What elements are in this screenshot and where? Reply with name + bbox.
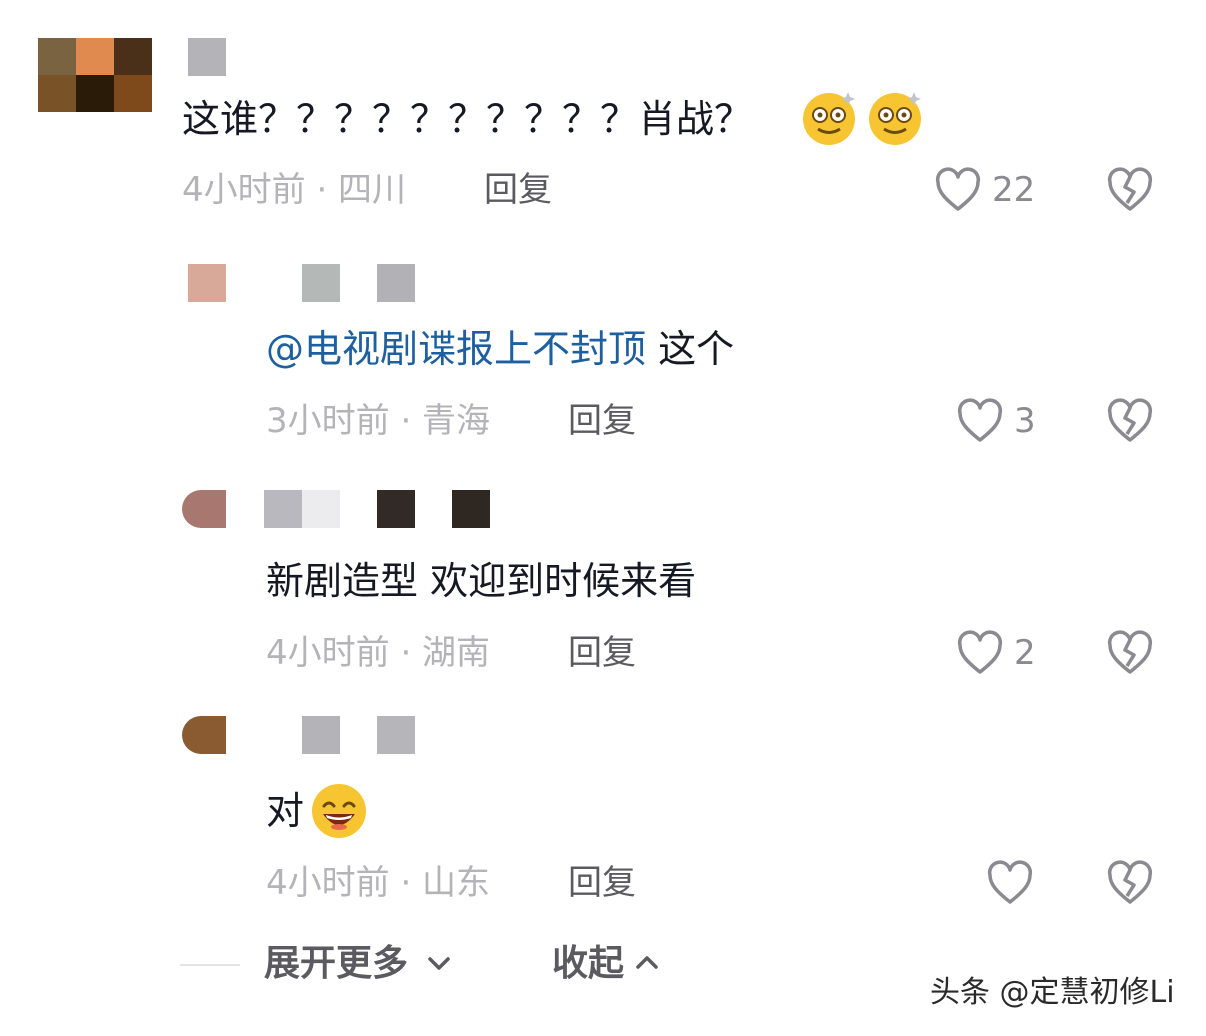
username-mosaic[interactable] <box>377 264 415 302</box>
chevron-down-icon <box>426 952 452 976</box>
reply-text: 对 <box>266 789 305 833</box>
broken-heart-icon[interactable] <box>1106 167 1154 213</box>
username-mosaic[interactable] <box>302 264 340 302</box>
reply-button[interactable]: 回复 <box>568 866 636 900</box>
comment-text: 这谁？？？？？？？？？？肖战？ <box>182 97 753 141</box>
dizzy-face-emoji <box>869 92 921 145</box>
heart-outline-icon[interactable] <box>986 860 1034 906</box>
comment-time-location: 3小时前 · 青海 <box>266 401 491 441</box>
dizzy-face-emoji <box>803 92 855 145</box>
avatar[interactable] <box>188 264 226 302</box>
heart-outline-icon[interactable] <box>956 398 1004 444</box>
reply-text: @电视剧谍报上不封顶 这个 <box>266 327 735 371</box>
reply-button[interactable]: 回复 <box>568 636 636 670</box>
heart-outline-icon[interactable] <box>956 630 1004 676</box>
reply-text: 新剧造型 欢迎到时候来看 <box>266 559 697 603</box>
grinning-face-emoji <box>312 784 366 838</box>
avatar[interactable] <box>38 38 152 112</box>
collapse-button[interactable]: 收起 <box>552 946 658 982</box>
reply-button[interactable]: 回复 <box>484 173 552 207</box>
username-mosaic[interactable] <box>377 716 415 754</box>
username-mosaic[interactable] <box>302 490 340 528</box>
divider-line <box>180 964 240 966</box>
watermark: 头条 @定慧初修Li <box>930 975 1175 1010</box>
comment-time-location: 4小时前 · 湖南 <box>266 633 491 673</box>
chevron-up-icon <box>634 950 660 974</box>
broken-heart-icon[interactable] <box>1106 860 1154 906</box>
avatar[interactable] <box>182 490 226 528</box>
reply-button[interactable]: 回复 <box>568 404 636 438</box>
comment-time-location: 4小时前 · 山东 <box>266 863 491 903</box>
like-count: 3 <box>1014 401 1036 441</box>
heart-outline-icon[interactable] <box>934 167 982 213</box>
like-count: 22 <box>992 170 1036 210</box>
username-mosaic[interactable] <box>452 490 490 528</box>
comment-time-location: 4小时前 · 四川 <box>182 170 407 210</box>
username-mosaic[interactable] <box>302 716 340 754</box>
user-mention-link[interactable]: @电视剧谍报上不封顶 <box>266 327 646 371</box>
like-count: 2 <box>1014 633 1036 673</box>
username-mosaic[interactable] <box>264 490 302 528</box>
username-mosaic[interactable] <box>377 490 415 528</box>
avatar[interactable] <box>182 716 226 754</box>
broken-heart-icon[interactable] <box>1106 630 1154 676</box>
username-mosaic[interactable] <box>188 38 226 76</box>
expand-more-button[interactable]: 展开更多 <box>264 946 450 982</box>
broken-heart-icon[interactable] <box>1106 398 1154 444</box>
